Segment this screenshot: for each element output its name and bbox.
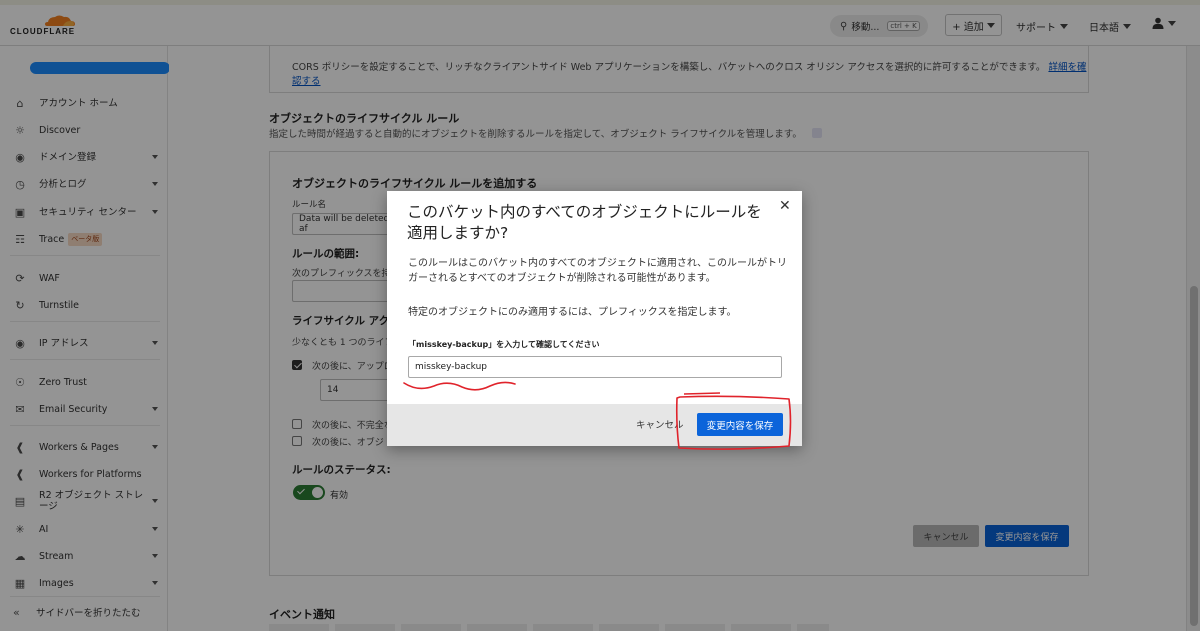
dialog-warning-text: このルールはこのバケット内のすべてのオブジェクトに適用され、このルールがトリガー… <box>408 258 787 284</box>
close-icon[interactable]: ✕ <box>779 199 791 213</box>
confirm-bucket-name-input[interactable] <box>408 356 782 378</box>
dialog-save-button[interactable]: 変更内容を保存 <box>697 413 783 436</box>
dialog-cancel-button[interactable]: キャンセル <box>636 417 684 431</box>
dialog-hint-text: 特定のオブジェクトにのみ適用するには、プレフィックスを指定します。 <box>408 307 737 318</box>
confirm-rule-dialog: このバケット内のすべてのオブジェクトにルールを適用しますか? ✕ このルールはこ… <box>387 191 802 446</box>
confirm-input-label: 「misskey-backup」を入力して確認してください <box>408 340 600 349</box>
dialog-footer: キャンセル 変更内容を保存 <box>387 404 802 446</box>
dialog-title: このバケット内のすべてのオブジェクトにルールを適用しますか? <box>407 203 762 242</box>
